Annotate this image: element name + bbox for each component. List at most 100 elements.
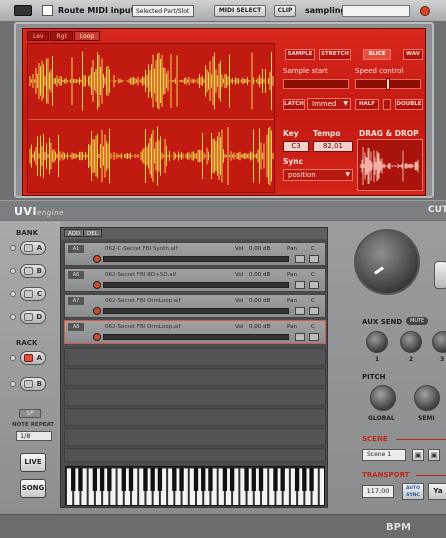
tab-lev[interactable]: Lev <box>27 31 50 41</box>
route-midi-checkbox[interactable] <box>42 5 53 16</box>
part-solo-button[interactable] <box>309 281 319 289</box>
auto-sync-button[interactable]: AUTO SYNC <box>402 483 424 500</box>
part-solo-button[interactable] <box>309 333 319 341</box>
part-vol[interactable]: 0,00 dB <box>249 245 270 253</box>
empty-part-slot[interactable] <box>64 448 326 462</box>
semi-pitch-knob[interactable] <box>414 385 440 411</box>
part-pan[interactable]: C <box>311 245 315 253</box>
delete-part-button[interactable]: DEL <box>83 229 102 237</box>
bank-a-button[interactable]: A <box>20 241 46 255</box>
part-pan-label: Pan <box>287 324 297 330</box>
bpm-field[interactable]: 117,00 <box>362 485 394 498</box>
part-solo-button[interactable] <box>309 307 319 315</box>
aux-send-2-knob[interactable] <box>400 331 422 353</box>
clip-button[interactable]: CLIP <box>274 5 296 17</box>
part-vol-label: Vol <box>235 272 244 278</box>
pitch-label: PITCH <box>362 373 386 381</box>
tempo-value[interactable]: 82,01 <box>313 141 353 152</box>
tab-loop[interactable]: Loop <box>73 31 101 41</box>
bank-c-indicator <box>24 290 33 298</box>
empty-part-slot[interactable] <box>64 428 326 446</box>
bottom-bar: BPM <box>0 514 446 538</box>
piano-keys[interactable] <box>66 467 325 506</box>
global-pitch-knob[interactable] <box>370 385 396 411</box>
latch-mode-select[interactable]: Immed <box>307 98 351 110</box>
empty-part-slot[interactable] <box>64 368 326 386</box>
bank-c-button[interactable]: C <box>20 287 46 301</box>
key-value[interactable]: C3 <box>283 141 309 152</box>
aux-send-3-knob[interactable] <box>432 331 446 353</box>
resonance-knob[interactable] <box>434 261 446 289</box>
speed-slider-thumb[interactable] <box>386 78 390 90</box>
add-part-button[interactable]: ADD <box>64 229 85 237</box>
drag-drop-label: DRAG & DROP <box>359 129 419 138</box>
rack-b-button[interactable]: B <box>20 377 46 391</box>
part-pan[interactable]: C <box>311 297 315 305</box>
cutoff-knob[interactable] <box>354 229 420 295</box>
bank-b-button[interactable]: B <box>20 264 46 278</box>
rack-a-button[interactable]: A <box>20 351 46 365</box>
sample-start-slider[interactable] <box>283 79 349 89</box>
scene-store-icon[interactable]: ▣ <box>412 449 424 461</box>
speed-control-slider[interactable] <box>355 78 421 90</box>
part-mute-button[interactable] <box>295 255 305 263</box>
part-vol[interactable]: 0,00 dB <box>249 323 270 331</box>
half-button[interactable]: HALF <box>355 99 379 110</box>
part-pan[interactable]: C <box>311 271 315 279</box>
route-target-select[interactable]: Selected Part/Slot <box>132 5 194 17</box>
part-vol-label: Vol <box>235 246 244 252</box>
part-name: 062-C-Secret FBI Synth.aif <box>105 246 178 252</box>
part-solo-button[interactable] <box>309 255 319 263</box>
part-row[interactable]: A1 062-C-Secret FBI Synth.aif Vol 0,00 d… <box>64 242 326 266</box>
speed-toggle[interactable] <box>383 99 391 110</box>
part-mute-button[interactable] <box>295 281 305 289</box>
waveform-display[interactable] <box>27 43 275 193</box>
empty-part-slot[interactable] <box>64 408 326 426</box>
empty-part-slot[interactable] <box>64 388 326 406</box>
scene-select[interactable]: Scene 1 <box>362 449 406 461</box>
song-button[interactable]: SONG <box>20 479 46 498</box>
scene-recall-icon[interactable]: ▣ <box>428 449 440 461</box>
black-key <box>157 468 163 491</box>
part-mute-button[interactable] <box>295 307 305 315</box>
part-row-selected[interactable]: A8 062-Secret FBI DrmLoop.aif Vol 0,00 d… <box>64 320 326 344</box>
aux-3-label: 3 <box>440 356 445 363</box>
part-vol[interactable]: 0,00 dB <box>249 297 270 305</box>
tap-button[interactable]: Ya <box>428 483 446 500</box>
midi-select-button[interactable]: MIDI SELECT <box>214 5 266 17</box>
sp-button[interactable]: SP <box>19 409 41 418</box>
live-button[interactable]: LIVE <box>20 453 46 472</box>
part-active-led[interactable] <box>93 307 101 315</box>
double-button[interactable]: DOUBLE <box>395 99 423 110</box>
sample-button[interactable]: SAMPLE <box>285 49 315 60</box>
wav-button[interactable]: WAV <box>403 49 423 60</box>
part-vol[interactable]: 0,00 dB <box>249 271 270 279</box>
black-key <box>309 468 314 491</box>
part-active-led[interactable] <box>93 255 101 263</box>
part-row[interactable]: A7 062-Secret FBI DrmLoop.aif Vol 0,00 d… <box>64 294 326 318</box>
stretch-button[interactable]: STRETCH <box>319 49 351 60</box>
mode-field[interactable] <box>342 5 410 17</box>
drag-drop-zone[interactable] <box>357 139 423 191</box>
slice-button[interactable]: SLICE <box>363 49 391 60</box>
black-key <box>150 468 155 491</box>
tab-rgt[interactable]: Rgt <box>50 31 73 41</box>
drag-drop-waveform <box>359 146 420 186</box>
latch-button[interactable]: LATCH <box>283 99 305 110</box>
aux-mute-tag[interactable]: MUTE <box>406 317 429 325</box>
monitor-icon[interactable] <box>14 5 32 16</box>
black-key <box>143 468 148 491</box>
part-pan[interactable]: C <box>311 323 315 331</box>
bank-d-button[interactable]: D <box>20 310 46 324</box>
aux-send-1-knob[interactable] <box>366 331 388 353</box>
close-icon[interactable] <box>420 6 430 16</box>
part-row[interactable]: A6 062-Secret FBI BD+SD.aif Vol 0,00 dB … <box>64 268 326 292</box>
note-repeat-select[interactable]: 1/8 <box>16 431 52 441</box>
part-mute-button[interactable] <box>295 333 305 341</box>
sync-select[interactable]: position <box>283 169 353 181</box>
part-active-led[interactable] <box>93 281 101 289</box>
empty-part-slot[interactable] <box>64 348 326 366</box>
piano-keyboard[interactable] <box>65 466 325 506</box>
part-active-led[interactable] <box>93 333 101 341</box>
knob-indicator <box>374 266 384 275</box>
